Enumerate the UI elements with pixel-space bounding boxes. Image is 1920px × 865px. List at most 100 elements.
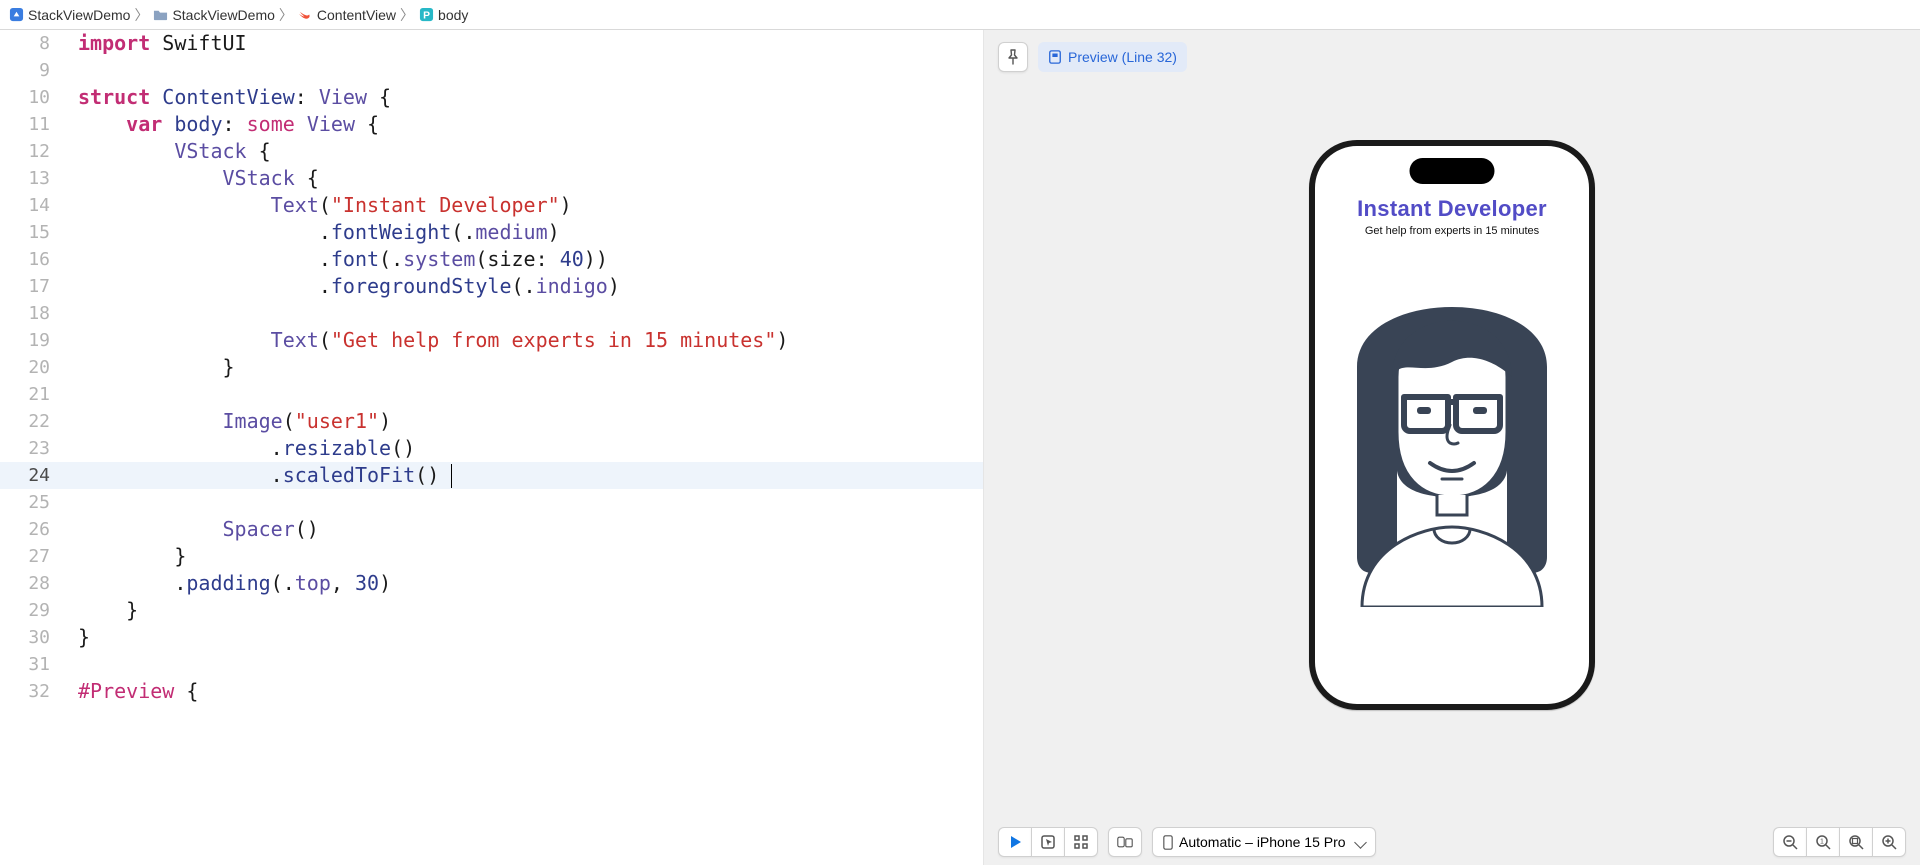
code-text[interactable] [78, 489, 983, 516]
line-number: 21 [0, 381, 60, 408]
preview-chip[interactable]: Preview (Line 32) [1038, 42, 1187, 72]
breadcrumb-item[interactable]: body [438, 7, 468, 23]
preview-canvas[interactable]: Instant Developer Get help from experts … [984, 30, 1920, 819]
code-line[interactable]: 17 .foregroundStyle(.indigo) [0, 273, 983, 300]
code-text[interactable]: } [78, 543, 983, 570]
line-number: 28 [0, 570, 60, 597]
code-editor[interactable]: 8 import SwiftUI 910 struct ContentView: Vi… [0, 30, 984, 865]
code-text[interactable]: #Preview { [78, 678, 983, 705]
code-line[interactable]: 28 .padding(.top, 30) [0, 570, 983, 597]
line-number: 16 [0, 246, 60, 273]
app-title: Instant Developer [1357, 196, 1547, 222]
code-line[interactable]: 20 } [0, 354, 983, 381]
phone-mute-switch-graphic [1309, 251, 1312, 273]
chevron-right-icon: 〉 [134, 5, 148, 25]
code-line[interactable]: 12 VStack { [0, 138, 983, 165]
preview-panel: Preview (Line 32) Instant Developer Get … [984, 30, 1920, 865]
code-text[interactable]: Text("Get help from experts in 15 minute… [78, 327, 983, 354]
code-line[interactable]: 30} [0, 624, 983, 651]
device-selector[interactable]: Automatic – iPhone 15 Pro [1152, 827, 1376, 857]
code-text[interactable]: .foregroundStyle(.indigo) [78, 273, 983, 300]
code-line[interactable]: 11 var body: some View { [0, 111, 983, 138]
code-line[interactable]: 25 [0, 489, 983, 516]
code-line[interactable]: 31 [0, 651, 983, 678]
code-line[interactable]: 29 } [0, 597, 983, 624]
code-text[interactable]: } [78, 624, 983, 651]
line-number: 14 [0, 192, 60, 219]
code-text[interactable]: Spacer() [78, 516, 983, 543]
chevron-right-icon: 〉 [279, 5, 293, 25]
code-line[interactable]: 8 import SwiftUI [0, 30, 983, 57]
code-text[interactable] [78, 300, 983, 327]
svg-text:1: 1 [1820, 839, 1824, 846]
line-number: 30 [0, 624, 60, 651]
code-line[interactable]: 10 struct ContentView: View { [0, 84, 983, 111]
selectable-mode-button[interactable] [1031, 827, 1064, 857]
code-line[interactable]: 16 .font(.system(size: 40)) [0, 246, 983, 273]
code-text[interactable]: Text("Instant Developer") [78, 192, 983, 219]
variants-button[interactable] [1064, 827, 1098, 857]
code-line[interactable]: 19 Text("Get help from experts in 15 min… [0, 327, 983, 354]
code-text[interactable]: struct ContentView: View { [78, 84, 983, 111]
line-number: 13 [0, 165, 60, 192]
device-selector-label: Automatic – iPhone 15 Pro [1179, 834, 1346, 850]
code-text[interactable]: import SwiftUI [78, 30, 983, 57]
breadcrumb-item[interactable]: ContentView [317, 7, 396, 23]
code-text[interactable] [78, 381, 983, 408]
breadcrumb-bar: StackViewDemo 〉 StackViewDemo 〉 ContentV… [0, 0, 1920, 30]
code-text[interactable]: .scaledToFit() [78, 462, 983, 489]
code-line[interactable]: 13 VStack { [0, 165, 983, 192]
code-text[interactable] [78, 651, 983, 678]
code-line[interactable]: 18 [0, 300, 983, 327]
code-line[interactable]: 23 .resizable() [0, 435, 983, 462]
pin-button[interactable] [998, 42, 1028, 72]
device-settings-button[interactable] [1108, 827, 1142, 857]
code-line[interactable]: 9 [0, 57, 983, 84]
code-text[interactable]: var body: some View { [78, 111, 983, 138]
code-line[interactable]: 32#Preview { [0, 678, 983, 705]
line-number: 12 [0, 138, 60, 165]
code-text[interactable]: .font(.system(size: 40)) [78, 246, 983, 273]
svg-text:P: P [423, 10, 430, 21]
line-number: 18 [0, 300, 60, 327]
app-subtitle: Get help from experts in 15 minutes [1365, 225, 1539, 237]
code-text[interactable]: .fontWeight(.medium) [78, 219, 983, 246]
line-number: 15 [0, 219, 60, 246]
breadcrumb-item[interactable]: StackViewDemo [172, 7, 274, 23]
code-text[interactable]: .resizable() [78, 435, 983, 462]
line-number: 23 [0, 435, 60, 462]
chevron-down-icon [1354, 836, 1367, 849]
phone-volume-up-graphic [1309, 286, 1312, 330]
code-text[interactable]: } [78, 354, 983, 381]
chevron-right-icon: 〉 [400, 5, 414, 25]
code-line[interactable]: 14 Text("Instant Developer") [0, 192, 983, 219]
code-text[interactable]: } [78, 597, 983, 624]
zoom-in-button[interactable] [1872, 827, 1906, 857]
code-text[interactable]: .padding(.top, 30) [78, 570, 983, 597]
line-number: 26 [0, 516, 60, 543]
run-preview-button[interactable] [998, 827, 1031, 857]
code-line[interactable]: 21 [0, 381, 983, 408]
code-text[interactable] [78, 57, 983, 84]
line-number: 24 [0, 462, 60, 489]
line-number: 29 [0, 597, 60, 624]
line-number: 10 [0, 84, 60, 111]
zoom-out-button[interactable] [1773, 827, 1806, 857]
line-number: 9 [0, 57, 60, 84]
line-number: 11 [0, 111, 60, 138]
code-line[interactable]: 26 Spacer() [0, 516, 983, 543]
code-text[interactable]: VStack { [78, 165, 983, 192]
line-number: 8 [0, 30, 60, 57]
code-text[interactable]: VStack { [78, 138, 983, 165]
app-icon [8, 7, 24, 23]
breadcrumb-item[interactable]: StackViewDemo [28, 7, 130, 23]
zoom-actual-button[interactable]: 1 [1806, 827, 1839, 857]
code-line[interactable]: 27 } [0, 543, 983, 570]
phone-volume-down-graphic [1309, 341, 1312, 385]
code-line[interactable]: 22 Image("user1") [0, 408, 983, 435]
zoom-fit-button[interactable] [1839, 827, 1872, 857]
code-text[interactable]: Image("user1") [78, 408, 983, 435]
line-number: 25 [0, 489, 60, 516]
code-line[interactable]: 15 .fontWeight(.medium) [0, 219, 983, 246]
code-line[interactable]: 24 .scaledToFit() [0, 462, 983, 489]
